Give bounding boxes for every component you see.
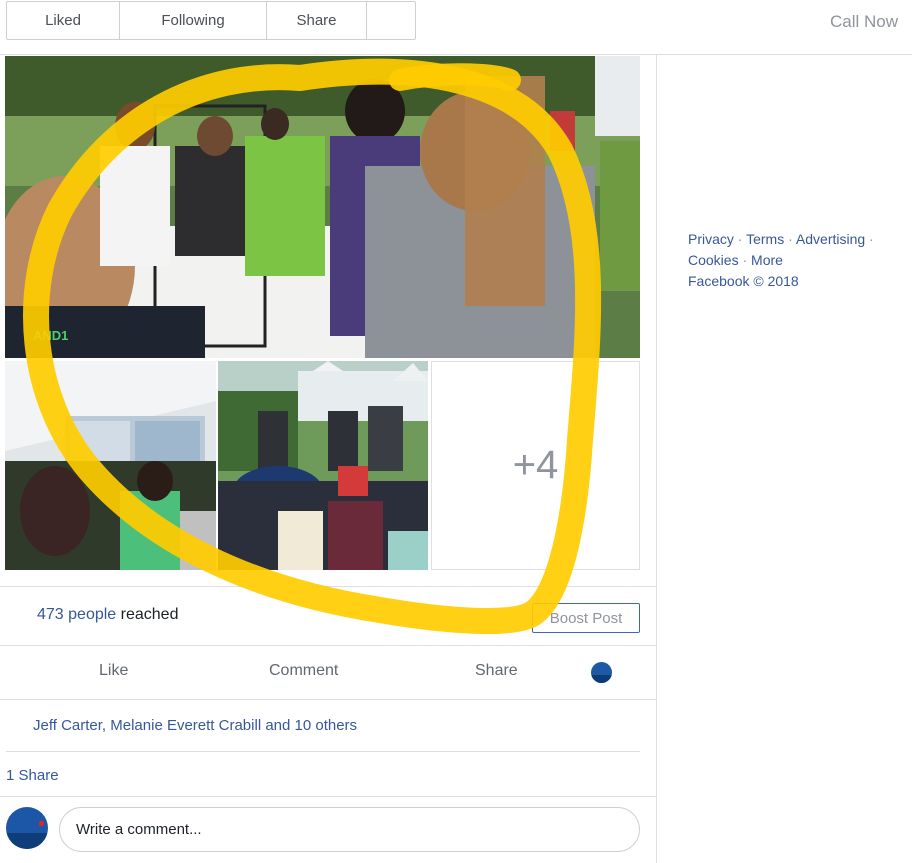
footer-separator: · — [865, 231, 874, 247]
privacy-link[interactable]: Privacy — [688, 231, 734, 247]
comment-input[interactable] — [59, 807, 640, 852]
footer-separator: · — [733, 231, 747, 247]
more-link[interactable]: More — [751, 252, 783, 268]
more-photos-tile[interactable]: +4 — [431, 361, 640, 570]
copyright-text: Facebook © 2018 — [688, 273, 799, 289]
like-button[interactable]: Like — [99, 662, 128, 680]
following-button[interactable]: Following — [120, 2, 267, 39]
people-reached-link[interactable]: 473 people — [37, 606, 116, 623]
reached-label: reached — [120, 606, 179, 623]
page-avatar-icon[interactable] — [591, 662, 612, 683]
avatar-brand-mark — [39, 821, 44, 826]
footer-separator: · — [738, 252, 752, 268]
post-photo-main[interactable]: AND1 — [5, 56, 640, 358]
call-now-button[interactable]: Call Now — [830, 12, 898, 32]
photo-main-image: AND1 — [5, 56, 640, 358]
terms-link[interactable]: Terms — [746, 231, 784, 247]
footer-links: Privacy · Terms · Advertising · Cookies … — [688, 229, 910, 292]
more-options-button[interactable] — [367, 2, 415, 39]
divider-likes-top — [0, 699, 656, 700]
user-avatar-icon[interactable] — [6, 807, 48, 849]
divider-shares-top — [6, 751, 640, 752]
shirt-text: AND1 — [33, 328, 68, 343]
boost-post-button[interactable]: Boost Post — [532, 603, 640, 633]
top-action-bar: Liked Following Share Call Now — [0, 0, 912, 55]
post-photo-3[interactable] — [218, 361, 428, 570]
cookies-link[interactable]: Cookies — [688, 252, 739, 268]
photo-2-image — [5, 361, 216, 570]
likes-summary-link[interactable]: Jeff Carter, Melanie Everett Crabill and… — [33, 717, 357, 734]
photo-3-image — [218, 361, 428, 570]
post-photo-2[interactable] — [5, 361, 216, 570]
column-divider — [656, 55, 657, 863]
comment-button[interactable]: Comment — [269, 662, 338, 680]
shares-count-link[interactable]: 1 Share — [6, 767, 59, 784]
share-page-button[interactable]: Share — [267, 2, 367, 39]
avatar-stripe — [591, 675, 612, 683]
divider-actions-top — [0, 645, 656, 646]
footer-separator: · — [784, 231, 796, 247]
divider-composer-top — [0, 796, 656, 797]
page-actions-group: Liked Following Share — [6, 1, 416, 40]
post-reach: 473 people reached — [37, 606, 178, 624]
advertising-link[interactable]: Advertising — [796, 231, 865, 247]
liked-button[interactable]: Liked — [7, 2, 120, 39]
avatar-band — [6, 833, 48, 849]
divider-reach-top — [0, 586, 656, 587]
share-button[interactable]: Share — [475, 662, 518, 680]
